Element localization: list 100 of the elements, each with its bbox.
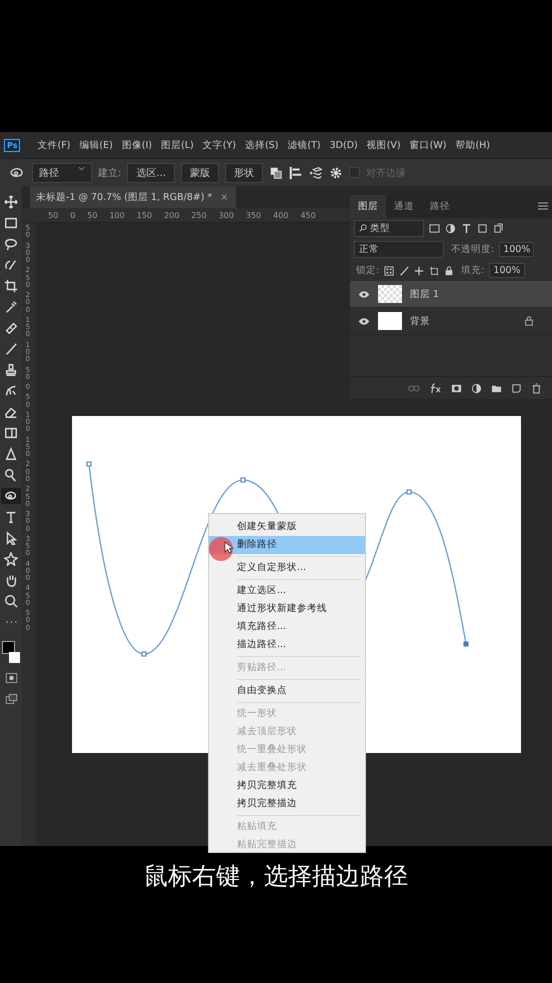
opacity-label: 不透明度: xyxy=(451,243,494,256)
path-operations-icon[interactable] xyxy=(268,166,283,180)
menu-item[interactable]: 拷贝完整填充 xyxy=(209,777,365,795)
new-layer-icon[interactable] xyxy=(511,382,522,394)
fill-field[interactable]: 100% xyxy=(489,263,525,278)
ruler-label: 150 xyxy=(136,210,152,220)
eyedropper-icon xyxy=(4,300,18,314)
quick-select-icon xyxy=(4,258,18,272)
app-logo: Ps xyxy=(4,138,20,152)
lock-label: 锁定: xyxy=(356,264,380,277)
menu-item[interactable]: 帮助(H) xyxy=(455,138,490,152)
opacity-field[interactable]: 100% xyxy=(499,242,534,257)
rectangle-select-icon xyxy=(4,216,18,230)
stamp-icon xyxy=(4,363,18,377)
mode-dropdown[interactable]: 路径 xyxy=(32,162,92,182)
menu-item[interactable]: 通过形状新建参考线 xyxy=(209,600,365,618)
bandage-icon xyxy=(4,321,18,335)
effects-icon[interactable] xyxy=(429,382,442,394)
ruler-label: 0 xyxy=(70,210,76,220)
panel-tab[interactable]: 通道 xyxy=(386,194,422,218)
zoom-icon xyxy=(4,594,18,608)
menu-item[interactable]: 拷贝完整描边 xyxy=(209,795,365,813)
quick-mask-icon[interactable] xyxy=(4,672,18,684)
make-label: 建立: xyxy=(98,166,122,180)
blend-mode-dropdown[interactable]: 正常 xyxy=(354,241,444,258)
tool-button[interactable] xyxy=(1,551,21,567)
menu-item[interactable]: 建立选区... xyxy=(209,582,365,600)
ruler-label: 50 xyxy=(87,210,98,220)
make-button[interactable]: 选区... xyxy=(127,162,175,182)
ruler-label: 350 xyxy=(246,210,262,220)
brush-icon[interactable] xyxy=(399,266,410,276)
layer-row[interactable]: 背景 xyxy=(350,308,552,335)
menu-item[interactable]: 创建矢量蒙版 xyxy=(209,518,365,536)
eye-icon[interactable] xyxy=(358,290,370,298)
color-swatches[interactable] xyxy=(2,641,20,663)
subtitle: 鼠标右键，选择描边路径 xyxy=(144,861,408,892)
menu-item[interactable]: 文字(Y) xyxy=(202,138,236,152)
menu-item[interactable]: 文件(F) xyxy=(37,138,70,152)
lock-pixels-icon[interactable] xyxy=(384,266,394,276)
hand-icon xyxy=(4,573,18,587)
document-tab[interactable]: 未标题-1 @ 70.7% (图层 1, RGB/8#) * × xyxy=(30,186,236,208)
make-button[interactable]: 形状 xyxy=(224,162,263,182)
gradient-icon xyxy=(4,426,18,440)
brush-icon xyxy=(4,342,18,356)
eye-icon[interactable] xyxy=(358,316,370,326)
menu-item[interactable]: 窗口(W) xyxy=(410,138,446,152)
layer-row[interactable]: 图层 1 xyxy=(350,281,552,308)
triangle-icon xyxy=(4,447,18,461)
mask-icon[interactable] xyxy=(451,382,462,394)
filter-dropdown[interactable]: 类型 xyxy=(354,220,424,237)
cursor-icon xyxy=(224,541,233,554)
menu-item[interactable]: 图像(I) xyxy=(122,138,152,152)
align-icon[interactable] xyxy=(288,166,303,180)
menu-item[interactable]: 定义自定形状... xyxy=(209,559,365,577)
menu-item[interactable]: 选择(S) xyxy=(244,138,278,152)
link-icon[interactable] xyxy=(408,384,420,392)
adjustment-layer-icon[interactable] xyxy=(471,382,482,394)
close-tab-button[interactable]: × xyxy=(220,192,228,202)
shape-filter-icon[interactable] xyxy=(477,223,488,234)
search-icon xyxy=(359,224,367,232)
menu-item[interactable]: 图层(L) xyxy=(161,138,194,152)
caret-icon xyxy=(78,166,85,170)
ruler-label: 250 xyxy=(191,210,207,220)
star-icon xyxy=(4,552,18,566)
adjustment-filter-icon[interactable] xyxy=(445,223,456,234)
menu-item[interactable]: 编辑(E) xyxy=(79,138,113,152)
type-filter-icon[interactable] xyxy=(461,223,472,234)
menu-item[interactable]: 自由变换点 xyxy=(209,682,365,700)
crop-icon xyxy=(4,279,18,293)
fill-label: 填充: xyxy=(461,264,484,277)
text-icon xyxy=(4,510,18,524)
menu-item[interactable]: 填充路径... xyxy=(209,618,365,636)
panel-tab[interactable]: 路径 xyxy=(422,194,458,218)
layer-name: 图层 1 xyxy=(410,288,440,300)
artboard-icon[interactable] xyxy=(429,266,440,276)
lasso-icon xyxy=(4,237,18,251)
screen-mode-icon[interactable] xyxy=(4,693,18,705)
lock-icon[interactable] xyxy=(444,266,454,276)
move-icon[interactable] xyxy=(414,266,424,276)
trash-icon[interactable] xyxy=(531,382,542,394)
ruler-label: 400 xyxy=(273,210,288,220)
settings-icon[interactable] xyxy=(328,166,343,180)
ruler-label: 100 xyxy=(109,210,125,220)
image-filter-icon[interactable] xyxy=(429,223,440,234)
ruler-label: 300 xyxy=(218,210,234,220)
menu-item[interactable]: 描边路径... xyxy=(209,636,365,654)
ruler-label: 200 xyxy=(164,210,180,220)
ruler-label: 450 xyxy=(300,210,316,220)
menu-item[interactable]: 滤镜(T) xyxy=(287,138,321,152)
menu-icon[interactable] xyxy=(538,202,548,210)
align-edges-checkbox[interactable] xyxy=(348,167,360,178)
eraser-icon xyxy=(4,405,18,419)
make-button[interactable]: 蒙版 xyxy=(180,162,219,182)
layer-name: 背景 xyxy=(410,314,430,328)
panel-tab[interactable]: 图层 xyxy=(350,194,386,218)
ruler-label: 50 xyxy=(48,210,58,220)
smart-object-filter-icon[interactable] xyxy=(493,223,504,234)
menu-item[interactable]: 视图(V) xyxy=(366,138,401,152)
menu-item[interactable]: 3D(D) xyxy=(330,140,358,150)
tool-button[interactable] xyxy=(1,488,21,504)
